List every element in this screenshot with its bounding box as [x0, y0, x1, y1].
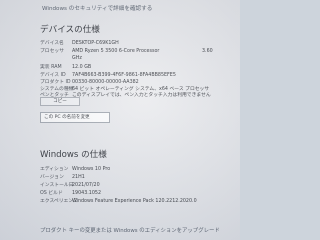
spec-value-clock: 3.60 [202, 49, 213, 54]
spec-value: 12.0 GB [72, 65, 92, 70]
spec-value: Windows Feature Experience Pack 120.2212… [72, 199, 197, 204]
spec-label: プロセッサ [40, 49, 64, 54]
spec-label: デバイス名 [40, 41, 64, 46]
about-pane: Windows のセキュリティで詳細を確認する デバイスの仕様 デバイス名 DE… [25, 0, 240, 240]
spec-label: OS ビルド [40, 191, 63, 196]
spec-value: AMD Ryzen 5 3500 6-Core Processor [72, 49, 160, 54]
device-specs-title: デバイスの仕様 [40, 25, 100, 35]
spec-label: インストール日 [40, 183, 74, 188]
spec-value: GHz [72, 56, 82, 61]
security-details-link[interactable]: Windows のセキュリティで詳細を確認する [42, 4, 152, 12]
rename-pc-button[interactable]: この PC の名前を変更 [40, 112, 110, 123]
copy-button[interactable]: コピー [40, 97, 80, 106]
spec-label: バージョン [40, 175, 64, 180]
spec-label: 実装 RAM [40, 65, 62, 70]
spec-value: Windows 10 Pro [72, 167, 111, 172]
spec-value: 19043.1052 [72, 191, 101, 196]
spec-label: エディション [40, 167, 69, 172]
product-key-link[interactable]: プロダクト キーの変更または Windows のエディションをアップグレード [40, 226, 220, 234]
windows-specs-title: Windows の仕様 [40, 150, 107, 160]
spec-value: 21H1 [72, 175, 85, 180]
spec-value: このディスプレイでは、ペン入力とタッチ入力は利用できません [72, 93, 211, 98]
spec-value: 2021/07/20 [72, 183, 100, 188]
settings-about-screen: Windows のセキュリティで詳細を確認する デバイスの仕様 デバイス名 DE… [0, 0, 240, 240]
spec-value: DESKTOP-C69K1GH [72, 41, 119, 46]
